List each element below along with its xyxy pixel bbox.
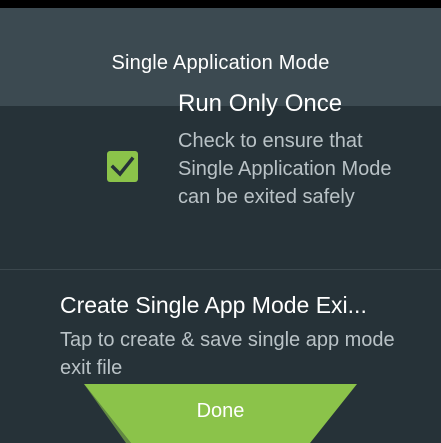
done-button-label: Done xyxy=(196,400,245,422)
create-exit-file-row[interactable]: Create Single App Mode Exi... Tap to cre… xyxy=(0,278,441,379)
watch-screen: Single Application Mode Run Only Once Ch… xyxy=(0,8,441,443)
run-only-once-title: Run Only Once xyxy=(178,90,343,117)
page-title: Single Application Mode xyxy=(111,52,330,74)
divider xyxy=(0,269,441,270)
create-exit-file-summary: Tap to create & save single app mode exi… xyxy=(60,329,395,379)
run-only-once-row[interactable]: Run Only Once Check to ensure that Singl… xyxy=(0,90,441,271)
run-only-once-checkbox[interactable] xyxy=(107,151,138,182)
run-only-once-summary: Check to ensure that Single Application … xyxy=(178,130,392,208)
check-icon xyxy=(110,156,135,177)
create-exit-file-title: Create Single App Mode Exi... xyxy=(60,292,367,318)
watch-frame: Single Application Mode Run Only Once Ch… xyxy=(0,0,441,443)
done-button[interactable]: Done xyxy=(0,384,441,443)
